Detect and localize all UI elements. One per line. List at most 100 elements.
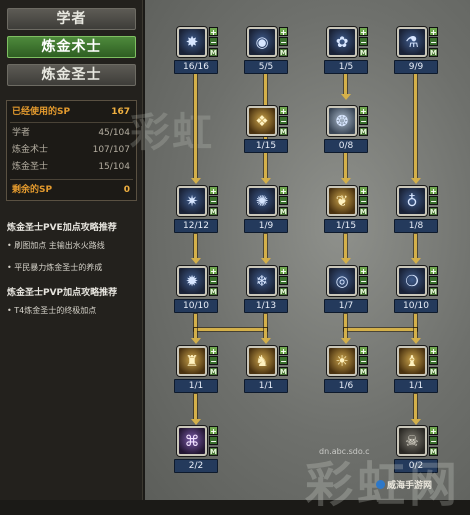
gold-vial-icon[interactable]: ♝ <box>397 346 427 376</box>
skill-node[interactable]: ♜ + − M 1/1 <box>174 346 218 402</box>
plus-button[interactable]: + <box>359 186 368 196</box>
skill-node[interactable]: ♞ + − M 1/1 <box>244 346 288 402</box>
plus-button[interactable]: + <box>279 266 288 276</box>
minus-button[interactable]: − <box>359 196 368 206</box>
plus-button[interactable]: + <box>429 186 438 196</box>
master-button[interactable]: M <box>359 48 368 57</box>
minus-button[interactable]: − <box>429 37 438 47</box>
minus-button[interactable]: − <box>209 196 218 206</box>
master-button[interactable]: M <box>279 48 288 57</box>
plus-button[interactable]: + <box>429 346 438 356</box>
master-button[interactable]: M <box>359 287 368 296</box>
tornado-icon[interactable]: ❂ <box>327 106 357 136</box>
plus-button[interactable]: + <box>209 266 218 276</box>
plus-button[interactable]: + <box>359 27 368 37</box>
plus-button[interactable]: + <box>429 266 438 276</box>
minus-button[interactable]: − <box>209 276 218 286</box>
butterfly-icon[interactable]: ❦ <box>327 186 357 216</box>
skill-node[interactable]: ❂ + − M 0/8 <box>324 106 368 162</box>
master-button[interactable]: M <box>359 207 368 216</box>
master-button[interactable]: M <box>279 127 288 136</box>
beast-icon[interactable]: ❖ <box>247 106 277 136</box>
master-button[interactable]: M <box>429 367 438 376</box>
rune-icon[interactable]: ⌘ <box>177 426 207 456</box>
skill-node[interactable]: ❍ + − M 10/10 <box>394 266 438 322</box>
plus-button[interactable]: + <box>279 27 288 37</box>
plus-button[interactable]: + <box>209 186 218 196</box>
potion-icon[interactable]: ⚗ <box>397 27 427 57</box>
ice-crystal-icon[interactable]: ❄ <box>247 266 277 296</box>
master-button[interactable]: M <box>359 127 368 136</box>
pvp-guide-link-1[interactable]: • T4炼金圣士的终极加点 <box>7 305 96 316</box>
meteor-icon[interactable]: ✸ <box>177 27 207 57</box>
bubble-icon[interactable]: ◎ <box>327 266 357 296</box>
skill-node[interactable]: ♁ + − M 1/8 <box>394 186 438 242</box>
master-button[interactable]: M <box>279 367 288 376</box>
claw-icon[interactable]: ✷ <box>177 186 207 216</box>
minus-button[interactable]: − <box>279 196 288 206</box>
master-button[interactable]: M <box>279 207 288 216</box>
skill-node[interactable]: ❖ + − M 1/15 <box>244 106 288 162</box>
water-orb-icon[interactable]: ❍ <box>397 266 427 296</box>
master-button[interactable]: M <box>209 48 218 57</box>
orb-icon[interactable]: ◉ <box>247 27 277 57</box>
gold-bell-icon[interactable]: ♞ <box>247 346 277 376</box>
master-button[interactable]: M <box>429 207 438 216</box>
minus-button[interactable]: − <box>429 276 438 286</box>
minus-button[interactable]: − <box>359 276 368 286</box>
skill-node[interactable]: ⌘ + − M 2/2 <box>174 426 218 482</box>
skill-node[interactable]: ⚗ + − M 9/9 <box>394 27 438 83</box>
job-tab-alchemist[interactable]: 炼金术士 <box>7 36 136 58</box>
minus-button[interactable]: − <box>209 436 218 446</box>
gold-bottle-icon[interactable]: ♜ <box>177 346 207 376</box>
flask-icon[interactable]: ♁ <box>397 186 427 216</box>
minus-button[interactable]: − <box>209 37 218 47</box>
minus-button[interactable]: − <box>429 436 438 446</box>
pve-guide-link-2[interactable]: • 平民暴力炼金圣士的养成 <box>7 262 102 273</box>
skill-node[interactable]: ✹ + − M 10/10 <box>174 266 218 322</box>
skill-node[interactable]: ◉ + − M 5/5 <box>244 27 288 83</box>
skill-node[interactable]: ♝ + − M 1/1 <box>394 346 438 402</box>
minus-button[interactable]: − <box>279 276 288 286</box>
skill-node[interactable]: ❄ + − M 1/13 <box>244 266 288 322</box>
minus-button[interactable]: − <box>279 37 288 47</box>
master-button[interactable]: M <box>279 287 288 296</box>
minus-button[interactable]: − <box>279 356 288 366</box>
master-button[interactable]: M <box>209 287 218 296</box>
minus-button[interactable]: − <box>359 356 368 366</box>
skill-node[interactable]: ✺ + − M 1/9 <box>244 186 288 242</box>
skill-node[interactable]: ◎ + − M 1/7 <box>324 266 368 322</box>
minus-button[interactable]: − <box>429 356 438 366</box>
minus-button[interactable]: − <box>359 116 368 126</box>
plus-button[interactable]: + <box>209 346 218 356</box>
burst-icon[interactable]: ✺ <box>247 186 277 216</box>
minus-button[interactable]: − <box>279 116 288 126</box>
skill-node[interactable]: ☀ + − M 1/6 <box>324 346 368 402</box>
master-button[interactable]: M <box>429 287 438 296</box>
plus-button[interactable]: + <box>209 426 218 436</box>
plus-button[interactable]: + <box>279 346 288 356</box>
master-button[interactable]: M <box>209 367 218 376</box>
skill-node[interactable]: ✿ + − M 1/5 <box>324 27 368 83</box>
master-button[interactable]: M <box>359 367 368 376</box>
minus-button[interactable]: − <box>209 356 218 366</box>
plus-button[interactable]: + <box>209 27 218 37</box>
plus-button[interactable]: + <box>359 106 368 116</box>
job-tab-alchemy-saint[interactable]: 炼金圣士 <box>7 64 136 86</box>
skill-node[interactable]: ✷ + − M 12/12 <box>174 186 218 242</box>
golem-icon[interactable]: ☀ <box>327 346 357 376</box>
rabbit-icon[interactable]: ✿ <box>327 27 357 57</box>
plus-button[interactable]: + <box>279 186 288 196</box>
minus-button[interactable]: − <box>429 196 438 206</box>
plus-button[interactable]: + <box>429 27 438 37</box>
plus-button[interactable]: + <box>279 106 288 116</box>
flame-orb-icon[interactable]: ✹ <box>177 266 207 296</box>
job-tab-scholar[interactable]: 学者 <box>7 8 136 30</box>
plus-button[interactable]: + <box>359 266 368 276</box>
skill-node[interactable]: ❦ + − M 1/15 <box>324 186 368 242</box>
master-button[interactable]: M <box>429 48 438 57</box>
plus-button[interactable]: + <box>429 426 438 436</box>
plus-button[interactable]: + <box>359 346 368 356</box>
pve-guide-link-1[interactable]: • 刷图加点 主输出水火路线 <box>7 240 105 251</box>
skill-node[interactable]: ✸ + − M 16/16 <box>174 27 218 83</box>
